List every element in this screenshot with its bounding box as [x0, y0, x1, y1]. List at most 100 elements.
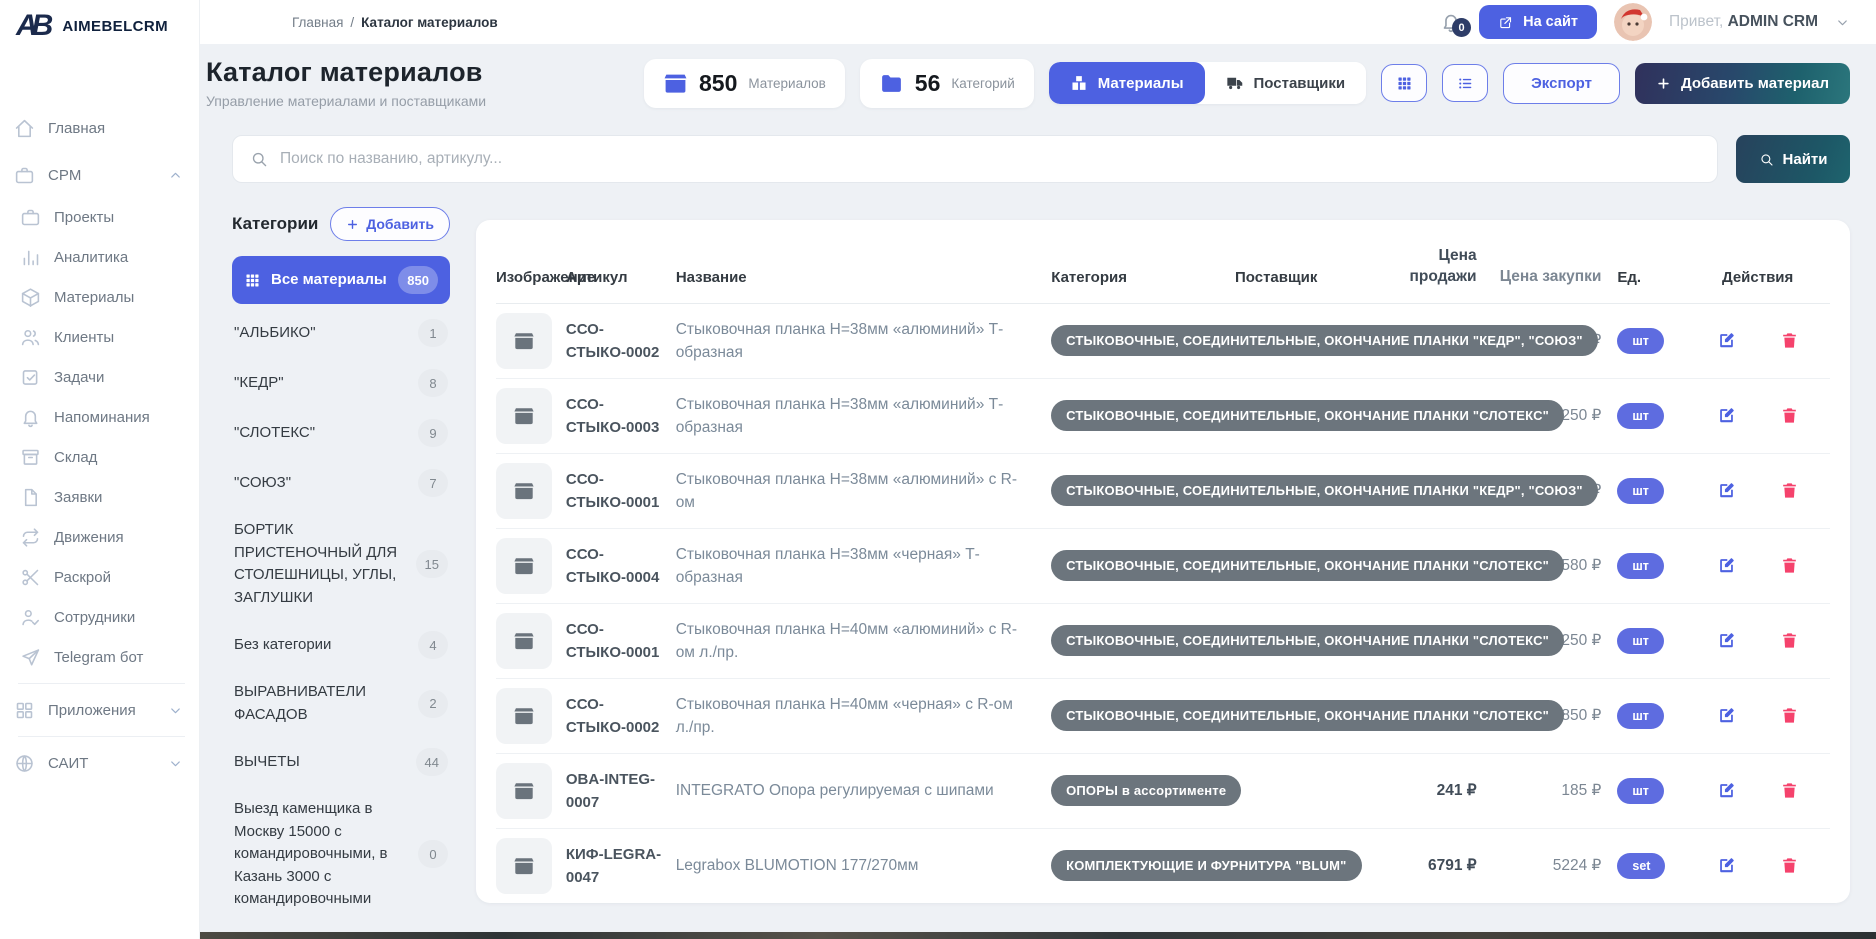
sidebar-item-label: САИТ	[48, 755, 88, 772]
category-badge: СТЫКОВОЧНЫЕ, СОЕДИНИТЕЛЬНЫЕ, ОКОНЧАНИЕ П…	[1051, 325, 1598, 356]
greeting-prefix: Привет,	[1669, 13, 1723, 30]
box-icon	[513, 405, 535, 427]
home-icon	[14, 118, 35, 139]
category-item[interactable]: ВЫРАВНИВАТЕЛИ ФАСАДОВ 2	[232, 670, 450, 737]
sidebar-item[interactable]: Аналитика	[0, 237, 199, 277]
table-row: ССО-СТЫКО-0001 Стыковочная планка Н=40мм…	[496, 604, 1830, 679]
material-name[interactable]: Legrabox BLUMOTION 177/270мм	[676, 854, 1035, 877]
material-name[interactable]: Стыковочная планка Н=40мм «алюминий» с R…	[676, 618, 1035, 665]
material-name[interactable]: Стыковочная планка Н=38мм «черная» Т-обр…	[676, 543, 1035, 590]
user-avatar[interactable]	[1614, 3, 1652, 41]
category-count-badge: 44	[416, 748, 448, 776]
add-material-button[interactable]: Добавить материал	[1635, 63, 1850, 104]
boxes-icon	[1070, 74, 1088, 92]
trash-icon[interactable]	[1780, 706, 1799, 725]
sidebar-item[interactable]: CPM	[0, 155, 199, 195]
category-item[interactable]: ВЫЧЕТЫ 44	[232, 737, 450, 787]
tab-suppliers[interactable]: Поставщики	[1205, 62, 1367, 104]
sidebar-item[interactable]: Сотрудники	[0, 597, 199, 637]
sidebar-item[interactable]: Движения	[0, 517, 199, 557]
globe-icon	[14, 753, 35, 774]
trash-icon[interactable]	[1780, 781, 1799, 800]
search-box[interactable]	[232, 135, 1718, 183]
material-name[interactable]: Стыковочная планка Н=38мм «алюминий» с R…	[676, 468, 1035, 515]
plus-icon	[346, 218, 359, 231]
category-item[interactable]: Все материалы 850	[232, 256, 450, 304]
stat-categories: 56 Категорий	[860, 59, 1034, 108]
search-icon	[250, 150, 268, 168]
notifications-button[interactable]: 0	[1440, 11, 1462, 33]
edit-icon[interactable]	[1717, 331, 1736, 350]
category-count-badge: 0	[418, 840, 448, 868]
unit-badge: set	[1617, 853, 1665, 879]
category-item[interactable]: БОРТИК ПРИСТЕНОЧНЫЙ ДЛЯ СТОЛЕШНИЦЫ, УГЛЫ…	[232, 508, 450, 620]
material-image-placeholder	[496, 463, 552, 519]
to-site-label: На сайт	[1523, 14, 1578, 30]
edit-icon[interactable]	[1717, 631, 1736, 650]
sidebar-item[interactable]: Задачи	[0, 357, 199, 397]
category-item[interactable]: "СЛОТЕКС" 9	[232, 408, 450, 458]
find-button[interactable]: Найти	[1736, 135, 1850, 183]
sidebar-item[interactable]: Проекты	[0, 197, 199, 237]
breadcrumb-home[interactable]: Главная	[292, 15, 343, 30]
sidebar-item-label: Проекты	[54, 209, 114, 226]
material-name[interactable]: Стыковочная планка Н=40мм «черная» с R-о…	[676, 693, 1035, 740]
material-image-placeholder	[496, 688, 552, 744]
edit-icon[interactable]	[1717, 856, 1736, 875]
sidebar-item-label: Главная	[48, 120, 105, 137]
materials-table: Изображение Артикул Название Категория П…	[476, 220, 1850, 903]
category-item[interactable]: "АЛЬБИКО" 1	[232, 308, 450, 358]
add-category-button[interactable]: Добавить	[330, 207, 450, 241]
category-item[interactable]: Выезд каменщика в Москву 15000 с команди…	[232, 787, 450, 922]
page-header: Каталог материалов Управление материалам…	[200, 44, 1876, 111]
sidebar-item[interactable]: Материалы	[0, 277, 199, 317]
trash-icon[interactable]	[1780, 631, 1799, 650]
notifications-count-badge: 0	[1452, 18, 1471, 37]
trash-icon[interactable]	[1780, 406, 1799, 425]
tab-materials[interactable]: Материалы	[1049, 62, 1205, 104]
edit-icon[interactable]	[1717, 556, 1736, 575]
col-actions: Действия	[1685, 268, 1830, 288]
sidebar-item[interactable]: Раскрой	[0, 557, 199, 597]
brand-logo[interactable]: AB AIMEBELCRM	[0, 0, 199, 52]
folder-icon	[879, 71, 904, 96]
user-greeting[interactable]: Привет, ADMIN CRM	[1669, 13, 1818, 31]
trash-icon[interactable]	[1780, 856, 1799, 875]
scissors-icon	[20, 567, 41, 588]
material-name[interactable]: Стыковочная планка Н=38мм «алюминий» Т-о…	[676, 393, 1035, 440]
sidebar-item[interactable]: САИТ	[0, 743, 199, 783]
category-label: Без категории	[234, 634, 408, 657]
sidebar-item[interactable]: Склад	[0, 437, 199, 477]
edit-icon[interactable]	[1717, 481, 1736, 500]
category-item[interactable]: Без категории 4	[232, 620, 450, 670]
unit-badge: шт	[1617, 328, 1664, 354]
export-button[interactable]: Экспорт	[1503, 63, 1620, 104]
plus-icon	[1656, 76, 1671, 91]
sidebar-item[interactable]: Напоминания	[0, 397, 199, 437]
file-icon	[20, 487, 41, 508]
to-site-button[interactable]: На сайт	[1479, 5, 1597, 39]
sidebar-item[interactable]: Заявки	[0, 477, 199, 517]
sidebar-item[interactable]: Приложения	[0, 690, 199, 730]
sidebar-item[interactable]: Клиенты	[0, 317, 199, 357]
chevron-down-icon[interactable]	[1835, 15, 1850, 30]
sidebar-item-label: Telegram бот	[54, 649, 143, 666]
col-purchase-price: Цена закупки	[1477, 267, 1602, 288]
employees-icon	[20, 607, 41, 628]
edit-icon[interactable]	[1717, 706, 1736, 725]
category-item[interactable]: "СОЮЗ" 7	[232, 458, 450, 508]
grid-view-button[interactable]	[1381, 64, 1427, 102]
user-name: ADMIN CRM	[1728, 13, 1818, 30]
trash-icon[interactable]	[1780, 556, 1799, 575]
material-name[interactable]: Стыковочная планка Н=38мм «алюминий» Т-о…	[676, 318, 1035, 365]
edit-icon[interactable]	[1717, 781, 1736, 800]
trash-icon[interactable]	[1780, 481, 1799, 500]
category-item[interactable]: "КЕДР" 8	[232, 358, 450, 408]
search-input[interactable]	[280, 150, 1700, 168]
list-view-button[interactable]	[1442, 64, 1488, 102]
trash-icon[interactable]	[1780, 331, 1799, 350]
edit-icon[interactable]	[1717, 406, 1736, 425]
material-name[interactable]: INTEGRATO Опора регулируемая с шипами	[676, 779, 1035, 802]
sidebar-item[interactable]: Telegram бот	[0, 637, 199, 677]
sidebar-item[interactable]: Главная	[0, 108, 199, 148]
